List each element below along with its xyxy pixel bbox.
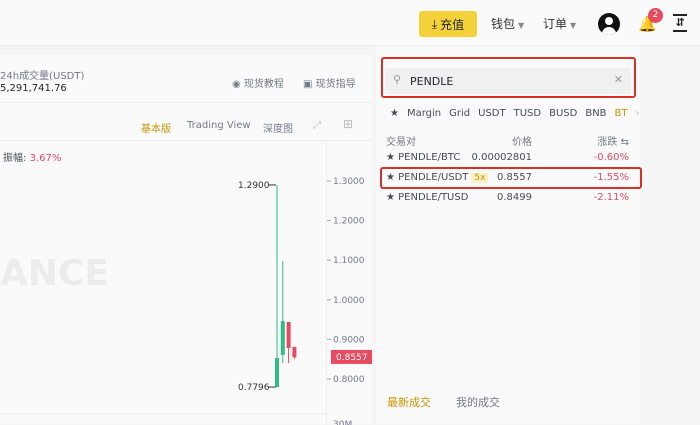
tutorial-label: 现货教程 [243,79,284,90]
book-icon: ▣ [303,79,316,90]
download-icon: ⤓ [431,16,438,31]
market-tabs: ★ Margin Grid USDT TUSD BUSD BNB BT › [390,108,640,119]
clear-icon[interactable]: ✕ [614,73,623,86]
table-row[interactable]: ★ PENDLE/BTC 0.00002801 -0.60% [386,149,632,167]
tab-my-trades[interactable]: 我的成交 [456,394,500,410]
table-row[interactable]: ★ PENDLE/TUSD 0.8499 -2.11% [386,189,632,207]
guide-label: 现货指导 [315,79,356,90]
caret-down-icon: ▼ [518,21,525,30]
grid-layout-icon[interactable]: ⊞ [343,117,353,131]
deposit-button[interactable]: ⤓ 充值 [419,11,477,37]
toggle-icon: ⇆ [620,137,629,148]
kline-chart[interactable]: 振幅: 3.67% ANCE 1.3000 1.2000 1.1000 1.0000 0… [0,140,372,425]
search-icon: ⚲ [393,73,402,86]
spot-tutorial-link[interactable]: ◉ 现货教程 [232,75,284,90]
high-label: 1.2900 [238,181,270,191]
favorites-star-icon[interactable]: ★ [390,108,399,119]
market-panel [376,46,640,424]
tab-bt[interactable]: BT [615,108,628,119]
market-search-input[interactable]: ⚲ PENDLE ✕ [385,68,631,94]
spot-guide-link[interactable]: ▣ 现货指导 [303,75,356,90]
expand-icon[interactable]: ⤢ [313,120,321,131]
search-value: PENDLE [410,75,454,88]
volume-label: 24h成交量(USDT) [0,71,85,82]
candle-body [280,321,285,355]
play-icon: ◉ [232,79,244,90]
header-price[interactable]: 价格 [512,133,532,148]
star-icon[interactable]: ★ [386,152,398,163]
wallet-menu[interactable]: 钱包 ▼ [491,15,524,32]
tab-tradingview[interactable]: Trading View [187,120,251,131]
notification-badge: 2 [648,8,663,23]
low-label: 0.7796 [238,383,270,393]
y-tick-label: 1.2000 [333,217,365,227]
y-tick-label: 1.1000 [333,256,365,266]
volume-divider [0,413,326,414]
y-tick-label: 0.9000 [333,335,365,345]
tab-busd[interactable]: BUSD [549,108,577,119]
price-cell: 0.8499 [497,192,532,203]
tab-margin[interactable]: Margin [407,108,441,119]
candle-body [275,358,279,388]
deposit-label: 充值 [440,17,465,32]
volume-tick-label: 30M [333,420,352,425]
tab-tusd[interactable]: TUSD [514,108,541,119]
current-price-label: 0.8557 [336,353,368,363]
pair-cell: ★ PENDLE/BTC [386,152,460,163]
tab-usdt[interactable]: USDT [478,108,505,119]
tab-bnb[interactable]: BNB [585,108,606,119]
tab-depth[interactable]: 深度图 [263,120,293,135]
y-tick-label: 1.0000 [333,296,365,306]
pair-cell: ★ PENDLE/TUSD [386,192,468,203]
change-cell: -0.60% [593,152,629,163]
header-change[interactable]: 涨跌 ⇆ [597,133,629,148]
pair-name: PENDLE/TUSD [398,192,469,203]
caret-down-icon: ▼ [570,21,577,30]
orders-menu[interactable]: 订单 ▼ [543,15,576,32]
star-icon[interactable]: ★ [386,192,398,203]
chevron-right-icon[interactable]: › [636,108,640,119]
tab-grid[interactable]: Grid [449,108,470,119]
change-cell: -2.11% [593,192,629,203]
price-cell: 0.00002801 [471,152,532,163]
wallet-label: 钱包 [491,17,516,31]
header-pair[interactable]: 交易对 [386,133,416,148]
top-bar: ⤓ 充值 钱包 ▼ 订单 ▼ 🔔 2 ⇵ [0,0,700,46]
candles-layer: 1.3000 1.2000 1.1000 1.0000 0.9000 0.8000 30M 1… [238,177,372,425]
header-change-label: 涨跌 [597,137,618,148]
candle-body [286,321,291,349]
orders-label: 订单 [543,17,568,31]
tab-latest-trades[interactable]: 最新成交 [387,394,431,410]
market-table-header: 交易对 价格 涨跌 ⇆ [386,130,632,148]
candle-body [292,346,297,358]
volume-value: 5,291,741.76 [0,83,67,94]
row-highlight [380,167,642,189]
ticker-header: 24h成交量(USDT) 5,291,741.76 ◉ 现货教程 ▣ 现货指导 [0,55,372,103]
y-tick-label: 0.8000 [333,375,365,385]
pair-name: PENDLE/BTC [398,152,461,163]
y-tick-label: 1.3000 [333,177,365,187]
user-avatar-icon[interactable] [598,13,620,35]
tab-basic[interactable]: 基本版 [141,120,171,135]
download-app-icon[interactable]: ⇵ [673,14,687,32]
